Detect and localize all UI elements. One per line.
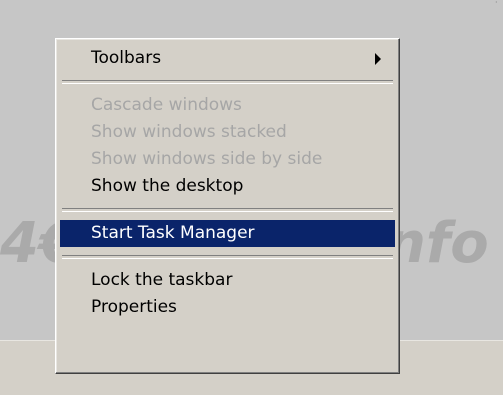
menu-item-label: Properties — [91, 297, 177, 317]
corner-dot-icon: · — [495, 0, 498, 7]
menu-item-show-windows-side-by-side[interactable]: Show windows side by side — [60, 146, 395, 173]
menu-item-start-task-manager[interactable]: Start Task Manager — [60, 220, 395, 247]
menu-separator — [62, 255, 393, 259]
menu-item-cascade-windows[interactable]: Cascade windows — [60, 92, 395, 119]
menu-separator — [62, 80, 393, 84]
menu-item-lock-taskbar[interactable]: Lock the taskbar — [60, 267, 395, 294]
menu-item-label: Start Task Manager — [91, 223, 255, 243]
menu-item-label: Lock the taskbar — [91, 270, 233, 290]
menu-item-show-windows-stacked[interactable]: Show windows stacked — [60, 119, 395, 146]
menu-item-properties[interactable]: Properties — [60, 294, 395, 321]
menu-separator — [62, 208, 393, 212]
watermark-right: nfo — [386, 214, 489, 274]
menu-item-label: Show windows side by side — [91, 149, 323, 169]
menu-item-label: Cascade windows — [91, 95, 242, 115]
menu-item-toolbars[interactable]: Toolbars — [60, 45, 395, 72]
menu-item-label: Show windows stacked — [91, 122, 287, 142]
menu-item-label: Toolbars — [91, 48, 162, 68]
menu-item-label: Show the desktop — [91, 176, 244, 196]
submenu-arrow-icon — [375, 53, 381, 65]
menu-item-show-desktop[interactable]: Show the desktop — [60, 173, 395, 200]
watermark-left: 4€ — [0, 214, 62, 274]
taskbar-context-menu: Toolbars Cascade windows Show windows st… — [55, 38, 400, 374]
